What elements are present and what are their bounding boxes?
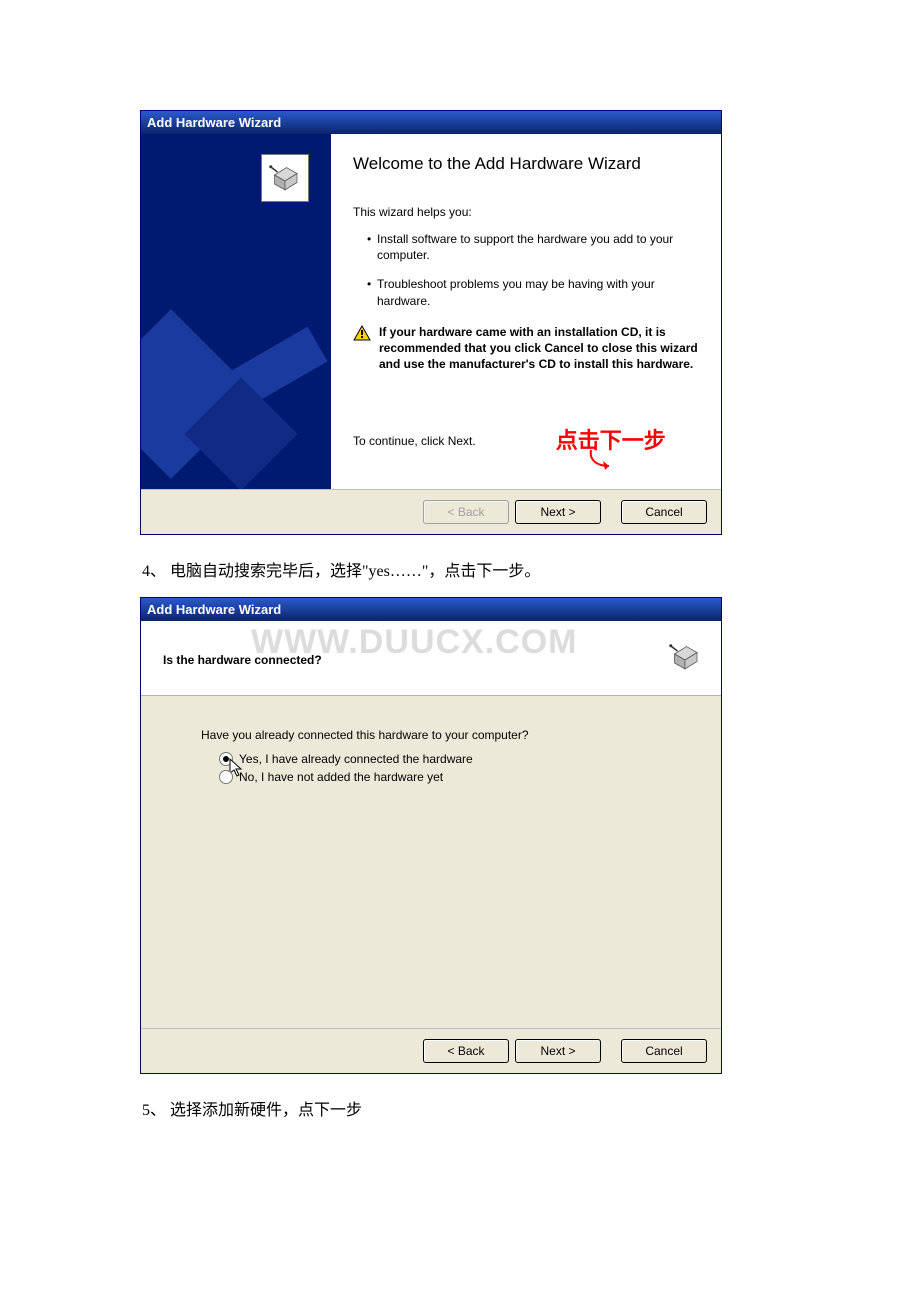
instruction-step-5: 5、 选择添加新硬件，点下一步	[142, 1096, 778, 1120]
wizard-body: Have you already connected this hardware…	[141, 696, 721, 1028]
radio-no-input[interactable]	[219, 770, 233, 784]
annotation-arrow-icon	[581, 448, 621, 474]
header-question: Is the hardware connected?	[163, 653, 322, 667]
warning-text: If your hardware came with an installati…	[379, 324, 703, 373]
cancel-button[interactable]: Cancel	[621, 1039, 707, 1063]
radio-no-row[interactable]: No, I have not added the hardware yet	[219, 770, 681, 784]
radio-no-label: No, I have not added the hardware yet	[239, 770, 443, 784]
hardware-icon	[663, 635, 707, 679]
next-button[interactable]: Next >	[515, 1039, 601, 1063]
cancel-button[interactable]: Cancel	[621, 500, 707, 524]
wizard-sidebar-image	[141, 134, 331, 489]
hardware-icon	[261, 154, 309, 202]
radio-yes-input[interactable]	[219, 752, 233, 766]
radio-yes-label: Yes, I have already connected the hardwa…	[239, 752, 473, 766]
next-button[interactable]: Next >	[515, 500, 601, 524]
intro-text: This wizard helps you:	[353, 204, 703, 221]
instruction-step-4: 4、 电脑自动搜索完毕后，选择"yes……"，点击下一步。	[142, 557, 778, 581]
wizard-header: WWW.DUUCX.COM Is the hardware connected?	[141, 621, 721, 696]
back-button: < Back	[423, 500, 509, 524]
continue-text: To continue, click Next.	[353, 433, 476, 450]
dialog-title: Add Hardware Wizard	[141, 598, 721, 621]
bullet-icon: •	[367, 231, 377, 265]
body-question: Have you already connected this hardware…	[201, 728, 681, 742]
add-hardware-wizard-connected-dialog: Add Hardware Wizard WWW.DUUCX.COM Is the…	[140, 597, 722, 1074]
dialog-title: Add Hardware Wizard	[141, 111, 721, 134]
wizard-heading: Welcome to the Add Hardware Wizard	[353, 152, 703, 176]
radio-yes-row[interactable]: Yes, I have already connected the hardwa…	[219, 752, 681, 766]
bullet-1: Install software to support the hardware…	[377, 231, 703, 265]
button-bar: < Back Next > Cancel	[141, 489, 721, 534]
bullet-icon: •	[367, 276, 377, 310]
warning-icon	[353, 325, 371, 341]
back-button[interactable]: < Back	[423, 1039, 509, 1063]
button-bar: < Back Next > Cancel	[141, 1028, 721, 1073]
add-hardware-wizard-welcome-dialog: Add Hardware Wizard Welcome to the	[140, 110, 722, 535]
bullet-2: Troubleshoot problems you may be having …	[377, 276, 703, 310]
